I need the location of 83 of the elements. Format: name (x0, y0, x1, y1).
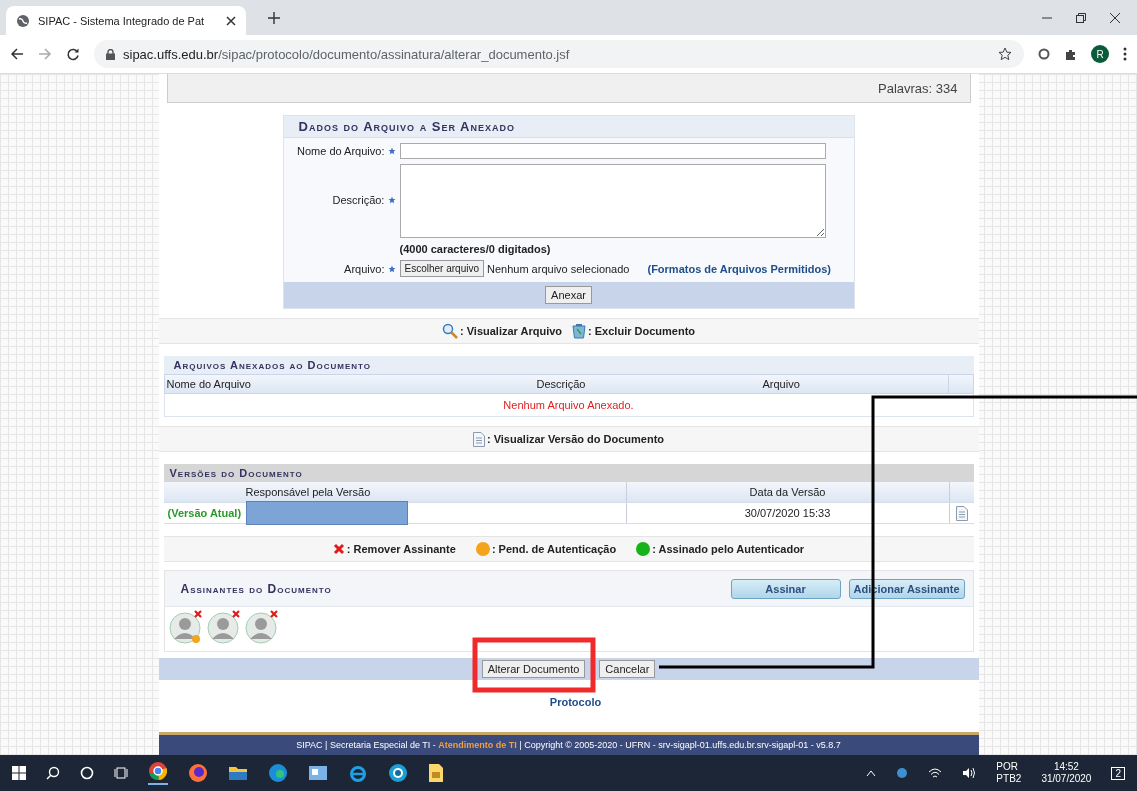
caret-icon[interactable] (866, 769, 877, 777)
alter-document-button[interactable]: Alterar Documento (481, 660, 586, 678)
signer-avatar-icon[interactable] (168, 609, 205, 645)
signer-avatar-icon[interactable] (206, 609, 243, 645)
new-tab-icon[interactable] (268, 11, 280, 24)
puzzle-icon[interactable] (1064, 47, 1077, 61)
footer-text: SIPAC | Secretaria Especial de TI - Atendimento de TI | Copyright © 2005-2020 - UFRN - srv-sigapl-01.uffs.edu.br.srv-sigapl-01 - v5.8.7 (296, 740, 841, 750)
legend-label: : Visualizar Versão do Documento (486, 433, 665, 445)
lock-icon (106, 48, 115, 60)
required-star-icon (387, 147, 396, 155)
search-icon[interactable] (46, 766, 60, 780)
field-label: Descrição: (332, 194, 385, 206)
more-icon[interactable] (1123, 47, 1127, 61)
app-icon[interactable] (308, 764, 328, 782)
version-label: (Versão Atual) (166, 507, 243, 519)
extension-icon[interactable] (1038, 48, 1050, 60)
character-count: (4000 caracteres/0 digitados) (399, 243, 551, 255)
choose-file-button[interactable]: Escolher arquivo (399, 260, 484, 277)
firefox-icon[interactable] (188, 763, 208, 783)
dot-icon (475, 542, 490, 556)
cancel-button[interactable]: Cancelar (599, 660, 656, 678)
address-field[interactable]: sipac.uffs.edu.br/sipac/protocolo/documento/assinatura/alterar_documento.jsf (94, 40, 1024, 68)
field-label: Arquivo: (344, 262, 385, 275)
empty-message: Nenhum Arquivo Anexado. (503, 399, 634, 411)
clock-date[interactable]: 31/07/2020 (1041, 773, 1092, 785)
legend-label: : Excluir Documento (588, 325, 696, 337)
network-icon[interactable] (896, 767, 909, 779)
field-label: Nome do Arquivo: (297, 145, 385, 157)
legend-label: : Remover Assinante (346, 543, 456, 555)
notification-badge[interactable]: 2 (1111, 766, 1125, 780)
close-icon[interactable] (226, 15, 236, 26)
profile-avatar[interactable]: R (1091, 45, 1109, 63)
word-count: Palavras: 334 (878, 80, 958, 96)
star-icon[interactable] (998, 47, 1012, 61)
column-header: Nome do Arquivo (165, 378, 252, 390)
signer-avatar-icon[interactable] (244, 609, 281, 645)
section-title: Arquivos Anexados ao Documento (163, 356, 974, 374)
legend-label: : Assinado pelo Autenticador (652, 543, 805, 555)
edge-icon[interactable] (268, 763, 288, 783)
keyboard-layout[interactable]: PTB2 (996, 773, 1022, 785)
legend-label: : Pend. de Autenticação (491, 543, 617, 555)
back-icon[interactable] (10, 47, 24, 61)
table-cell: 30/07/2020 15:33 (625, 503, 949, 523)
document-icon[interactable] (428, 763, 444, 783)
no-file-text: Nenhum arquivo selecionado (487, 262, 630, 275)
folder-icon[interactable] (228, 764, 248, 782)
form-title: Dados do Arquivo a Ser Anexado (283, 116, 854, 138)
windows-icon[interactable] (12, 766, 26, 780)
protocol-link[interactable]: Protocolo (549, 696, 602, 720)
close-icon[interactable] (1109, 11, 1121, 24)
cross-icon (332, 543, 345, 555)
attach-button[interactable]: Anexar (545, 286, 592, 304)
globe-icon (16, 13, 30, 28)
required-star-icon (387, 264, 396, 273)
app-icon[interactable] (388, 763, 408, 783)
formats-link[interactable]: (Formatos de Arquivos Permitidos) (647, 262, 832, 275)
column-header: Arquivo (762, 378, 801, 390)
column-header: Data da Versão (625, 482, 949, 502)
browser-tab[interactable]: SIPAC - Sistema Integrado de Pat (6, 6, 246, 35)
legend-label: : Visualizar Arquivo (459, 325, 563, 337)
sign-button[interactable]: Assinar (730, 578, 841, 599)
filename-input[interactable] (399, 143, 826, 159)
speaker-icon[interactable] (962, 767, 977, 779)
required-star-icon (387, 196, 396, 204)
section-title: Assinantes do Documento (180, 581, 332, 596)
trash-icon (572, 323, 587, 339)
url-text: sipac.uffs.edu.br/sipac/protocolo/documento/assinatura/alterar_documento.jsf (123, 46, 570, 62)
column-header: Descrição (536, 378, 587, 390)
reload-icon[interactable] (66, 47, 80, 61)
wifi-icon[interactable] (928, 767, 943, 779)
task-view-icon[interactable] (114, 766, 128, 780)
tab-title: SIPAC - Sistema Integrado de Pat (38, 14, 206, 27)
cortana-icon[interactable] (80, 766, 94, 780)
column-header: Responsável pela Versão (245, 485, 372, 500)
dot-icon (636, 542, 651, 556)
document-icon (472, 431, 485, 447)
language-indicator[interactable]: POR (996, 761, 1022, 773)
clock-time[interactable]: 14:52 (1053, 761, 1079, 773)
chrome-icon[interactable] (148, 761, 168, 781)
file-input[interactable]: Escolher arquivo Nenhum arquivo selecionado (399, 260, 630, 277)
restore-icon[interactable] (1075, 11, 1087, 24)
magnifier-icon (441, 323, 458, 339)
section-title: Versões do Documento (163, 464, 974, 482)
